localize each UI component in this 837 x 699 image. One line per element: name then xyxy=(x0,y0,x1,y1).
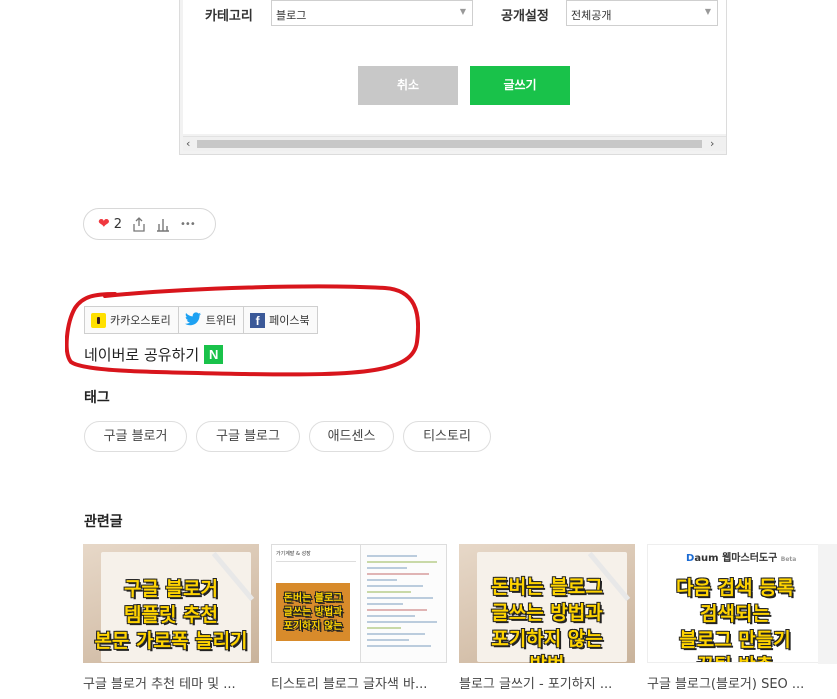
visibility-value: 전체공개 xyxy=(571,9,612,22)
naver-share-label: 네이버로 공유하기 xyxy=(84,346,200,364)
visibility-label: 공개설정 xyxy=(501,9,549,24)
thumbnail-text: 포기하지 않는 xyxy=(491,628,604,651)
naver-share-button[interactable]: 네이버로 공유하기 N xyxy=(84,344,224,365)
related-post-card[interactable]: 돈버는 블로그 글쓰는 방법과 포기하지 않는 방법 블로그 글쓰기 - 포기하… xyxy=(459,544,635,692)
twitter-label: 트위터 xyxy=(205,314,237,327)
thumbnail-text: 글쓰는 방법과 xyxy=(283,607,343,619)
tag-chip[interactable]: 애드센스 xyxy=(309,421,394,452)
next-card-peek xyxy=(818,544,837,664)
related-post-card[interactable]: 가기계발 & 성장 돈버는 블로그 글쓰는 방법과 포기하지 않는 티스토리 블… xyxy=(271,544,447,692)
stats-icon[interactable] xyxy=(156,217,170,232)
heart-icon: ❤ xyxy=(98,216,110,232)
scrollbar-thumb[interactable] xyxy=(197,140,702,148)
form-panel: 카테고리 블로그 ▼ 공개설정 전체공개 ▼ 취소 글쓰기 xyxy=(183,0,726,134)
tag-chip[interactable]: 티스토리 xyxy=(403,421,491,452)
thumbnail-text: 검색되는 xyxy=(700,603,771,626)
thumbnail-text: 다음 검색 등록 xyxy=(675,577,795,600)
twitter-icon xyxy=(184,311,202,329)
tag-chip[interactable]: 구글 블로그 xyxy=(196,421,300,452)
related-post-thumbnail: Daum 웹마스터도구 Beta 다음 검색 등록 검색되는 블로그 만들기 꿀… xyxy=(647,544,823,663)
facebook-share-button[interactable]: f 페이스북 xyxy=(244,307,316,333)
thumbnail-text: 구글 블로거 xyxy=(123,578,218,601)
kakaostory-label: 카카오스토리 xyxy=(110,314,171,327)
related-post-title[interactable]: 구글 블로거 추천 테마 및 ... xyxy=(83,673,259,692)
like-button[interactable]: ❤ 2 xyxy=(98,216,122,232)
thumbnail-text: 템플릿 추천 xyxy=(123,604,218,627)
chevron-down-icon: ▼ xyxy=(704,7,711,16)
kakaostory-share-button[interactable]: 카카오스토리 xyxy=(85,307,179,333)
facebook-label: 페이스북 xyxy=(269,314,310,327)
category-select[interactable]: 블로그 ▼ xyxy=(271,0,473,26)
category-value: 블로그 xyxy=(276,9,307,22)
share-icon[interactable] xyxy=(132,216,146,232)
thumbnail-text: 돈버는 블로그 xyxy=(283,593,343,605)
write-button[interactable]: 글쓰기 xyxy=(470,66,570,105)
related-posts-heading: 관련글 xyxy=(84,514,123,530)
thumbnail-text: 포기하지 않는 xyxy=(283,621,343,633)
share-buttons: 카카오스토리 트위터 f 페이스북 xyxy=(84,306,318,334)
thumbnail-text: 돈버는 블로그 xyxy=(491,576,604,599)
thumbnail-text: 꿀팁 방출 xyxy=(648,651,822,663)
twitter-share-button[interactable]: 트위터 xyxy=(179,307,245,333)
related-post-thumbnail: 가기계발 & 성장 돈버는 블로그 글쓰는 방법과 포기하지 않는 xyxy=(271,544,447,663)
tag-chip[interactable]: 구글 블로거 xyxy=(84,421,187,452)
thumbnail-text: 방법 xyxy=(459,650,635,664)
related-post-title[interactable]: 블로그 글쓰기 - 포기하지 ... xyxy=(459,673,635,692)
thumbnail-text: 본문 가로폭 늘리기 xyxy=(94,630,248,653)
more-options-icon[interactable]: ••• xyxy=(180,219,196,230)
category-label: 카테고리 xyxy=(205,9,253,24)
daum-logo: Daum 웹마스터도구 Beta xyxy=(686,553,797,564)
thumbnail-text: 글쓰는 방법과 xyxy=(491,602,604,625)
reactions-bar: ❤ 2 ••• xyxy=(83,208,216,240)
scroll-right-icon[interactable]: › xyxy=(710,137,714,151)
thumbnail-badge: Beta xyxy=(780,556,797,563)
thumbnail-brand: 웹마스터도구 xyxy=(722,553,778,564)
kakaostory-icon xyxy=(91,312,106,328)
horizontal-scrollbar[interactable]: ‹ › xyxy=(183,136,726,151)
scroll-left-icon[interactable]: ‹ xyxy=(186,137,190,151)
facebook-icon: f xyxy=(250,312,266,328)
related-post-thumbnail: 돈버는 블로그 글쓰는 방법과 포기하지 않는 방법 xyxy=(459,544,635,663)
related-post-card[interactable]: 구글 블로거 템플릿 추천 본문 가로폭 늘리기 구글 블로거 추천 테마 및 … xyxy=(83,544,259,692)
chevron-down-icon: ▼ xyxy=(459,7,466,16)
embedded-form-screenshot: 카테고리 블로그 ▼ 공개설정 전체공개 ▼ 취소 글쓰기 ‹ › xyxy=(179,0,727,155)
related-post-title[interactable]: 티스토리 블로그 글자색 바... xyxy=(271,673,447,692)
naver-icon: N xyxy=(204,345,224,364)
related-post-thumbnail: 구글 블로거 템플릿 추천 본문 가로폭 늘리기 xyxy=(83,544,259,663)
tags-heading: 태그 xyxy=(84,390,110,406)
visibility-select[interactable]: 전체공개 ▼ xyxy=(566,0,718,26)
like-count: 2 xyxy=(113,216,123,232)
related-post-card[interactable]: Daum 웹마스터도구 Beta 다음 검색 등록 검색되는 블로그 만들기 꿀… xyxy=(647,544,823,692)
related-post-title[interactable]: 구글 블로그(블로거) SEO ... xyxy=(647,673,823,692)
thumbnail-text: 블로그 만들기 xyxy=(679,629,792,652)
cancel-button[interactable]: 취소 xyxy=(358,66,458,105)
thumbnail-header: 가기계발 & 성장 xyxy=(276,551,311,557)
